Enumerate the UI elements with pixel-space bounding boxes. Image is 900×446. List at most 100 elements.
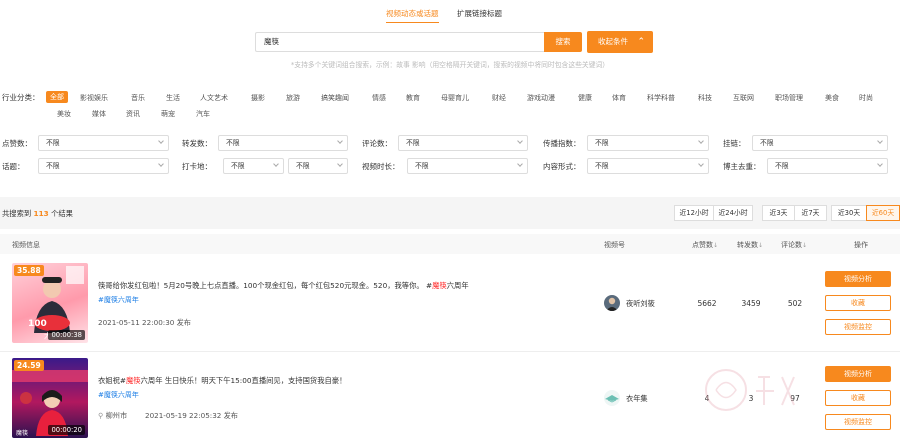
filter-duration-label: 视频时长： — [362, 162, 400, 171]
category-item[interactable]: 游戏动漫 — [527, 93, 555, 103]
avatar[interactable] — [604, 295, 620, 311]
category-item[interactable]: 汽车 — [196, 109, 210, 119]
chevron-down-icon — [337, 161, 343, 167]
filter-likes-label: 点赞数： — [2, 139, 32, 148]
filter-likes-select[interactable]: 不限 — [38, 135, 169, 151]
time-range-60d[interactable]: 近60天 — [866, 205, 900, 221]
results-count-text: 共搜索到 113 个结果 — [2, 209, 73, 219]
tab-video-topic[interactable]: 视频动态或话题 — [386, 8, 439, 23]
select-value: 不限 — [46, 139, 60, 147]
chevron-down-icon — [517, 161, 523, 167]
category-item[interactable]: 母婴育儿 — [441, 93, 469, 103]
category-item[interactable]: 人文艺术 — [200, 93, 228, 103]
category-item[interactable]: 美食 — [825, 93, 839, 103]
duration-badge: 00:00:38 — [48, 330, 85, 340]
sort-desc-icon: ↓ — [713, 242, 719, 249]
results-bar: 共搜索到 113 个结果 近12小时 近24小时 近3天 近7天 近30天 近6… — [0, 197, 900, 229]
account-name[interactable]: 衣年集 — [626, 394, 648, 404]
topic-tag[interactable]: #魔筷六周年 — [98, 295, 139, 305]
filter-dedupe-select[interactable]: 不限 — [767, 158, 888, 174]
filter-content-form-label: 内容形式： — [543, 162, 581, 171]
video-thumbnail[interactable]: 35.88 100 大额 00:00:38 — [12, 263, 88, 343]
search-hint: *支持多个关键词组合搜索，示例：故事 影响（用空格隔开关键词，搜索的视频中将同时… — [290, 61, 610, 69]
filter-link-label: 挂链： — [723, 139, 746, 148]
category-item[interactable]: 体育 — [612, 93, 626, 103]
category-item[interactable]: 互联网 — [733, 93, 754, 103]
category-item[interactable]: 影视娱乐 — [80, 93, 108, 103]
video-description: 衣姐祝#魔筷六周年 生日快乐！明天下午15:00直播间见，支持国货我自豪！ — [98, 375, 346, 386]
select-value: 不限 — [775, 162, 789, 170]
category-item[interactable]: 时尚 — [859, 93, 873, 103]
header-video-info: 视频信息 — [12, 241, 40, 249]
collapse-conditions-label: 收起条件 — [598, 37, 628, 46]
category-item[interactable]: 职场管理 — [775, 93, 803, 103]
category-item[interactable]: 情感 — [372, 93, 386, 103]
category-item[interactable]: 教育 — [406, 93, 420, 103]
comments-count: 502 — [787, 299, 803, 308]
filter-topic-label: 话题： — [2, 162, 25, 171]
account-name[interactable]: 夜听刘筱 — [626, 299, 655, 309]
favorite-button[interactable]: 收藏 — [825, 295, 891, 311]
filter-duration-select[interactable]: 不限 — [407, 158, 528, 174]
chevron-down-icon — [517, 138, 523, 144]
select-value: 不限 — [595, 139, 609, 147]
time-range-12h[interactable]: 近12小时 — [674, 205, 714, 221]
desc-text: 六周年 — [446, 281, 469, 290]
video-monitor-button[interactable]: 视频监控 — [825, 414, 891, 430]
filter-spread-index-select[interactable]: 不限 — [587, 135, 709, 151]
category-item[interactable]: 科学科普 — [647, 93, 675, 103]
category-label: 行业分类： — [2, 93, 40, 102]
watermark-logo — [705, 369, 795, 411]
category-item[interactable]: 旅游 — [286, 93, 300, 103]
filter-content-form-select[interactable]: 不限 — [587, 158, 709, 174]
select-value: 不限 — [46, 162, 60, 170]
favorite-button[interactable]: 收藏 — [825, 390, 891, 406]
sort-desc-icon: ↓ — [758, 242, 764, 249]
header-likes[interactable]: 点赞数↓ — [692, 240, 718, 250]
filter-link-select[interactable]: 不限 — [752, 135, 888, 151]
category-item[interactable]: 资讯 — [126, 109, 140, 119]
category-item[interactable]: 健康 — [578, 93, 592, 103]
tab-extended-link-title[interactable]: 扩展链接标题 — [457, 8, 502, 19]
chevron-up-icon: ⌃ — [637, 37, 645, 47]
filter-checkin-city-select[interactable]: 不限 — [288, 158, 348, 174]
sort-desc-icon: ↓ — [802, 242, 808, 249]
time-range-30d[interactable]: 近30天 — [831, 205, 867, 221]
category-item[interactable]: 科技 — [698, 93, 712, 103]
category-item[interactable]: 媒体 — [92, 109, 106, 119]
category-item[interactable]: 音乐 — [131, 93, 145, 103]
search-button[interactable]: 搜索 — [544, 32, 582, 52]
filter-comments-select[interactable]: 不限 — [398, 135, 528, 151]
video-thumbnail[interactable]: 24.59 魔筷 00:00:20 — [12, 358, 88, 438]
desc-highlight: 魔筷 — [432, 281, 447, 290]
time-range-3d[interactable]: 近3天 — [762, 205, 795, 221]
score-badge: 24.59 — [14, 360, 44, 371]
category-all[interactable]: 全部 — [46, 91, 68, 103]
video-analysis-button[interactable]: 视频分析 — [825, 271, 891, 287]
search-input[interactable]: 魔筷 — [255, 32, 544, 52]
header-shares[interactable]: 转发数↓ — [737, 240, 763, 250]
avatar[interactable] — [604, 390, 620, 406]
location: ⚲ 柳州市 — [98, 411, 127, 421]
topic-tag[interactable]: #魔筷六周年 — [98, 390, 139, 400]
thumbnail-text: 魔筷 — [16, 430, 29, 437]
category-item[interactable]: 搞笑趣闻 — [321, 93, 349, 103]
filter-topic-select[interactable]: 不限 — [38, 158, 169, 174]
video-monitor-button[interactable]: 视频监控 — [825, 319, 891, 335]
category-item[interactable]: 生活 — [166, 93, 180, 103]
category-item[interactable]: 摄影 — [251, 93, 265, 103]
category-item[interactable]: 萌宠 — [161, 109, 175, 119]
video-analysis-button[interactable]: 视频分析 — [825, 366, 891, 382]
chevron-down-icon — [877, 138, 883, 144]
filter-shares-select[interactable]: 不限 — [218, 135, 348, 151]
time-range-24h[interactable]: 近24小时 — [713, 205, 753, 221]
header-comments[interactable]: 评论数↓ — [781, 240, 807, 250]
score-badge: 35.88 — [14, 265, 44, 276]
filter-checkin-province-select[interactable]: 不限 — [223, 158, 284, 174]
collapse-conditions-button[interactable]: 收起条件 ⌃ — [587, 31, 653, 53]
category-item[interactable]: 财经 — [492, 93, 506, 103]
select-value: 不限 — [760, 139, 774, 147]
header-ops: 操作 — [854, 241, 868, 249]
category-item[interactable]: 美妆 — [57, 109, 71, 119]
time-range-7d[interactable]: 近7天 — [794, 205, 827, 221]
